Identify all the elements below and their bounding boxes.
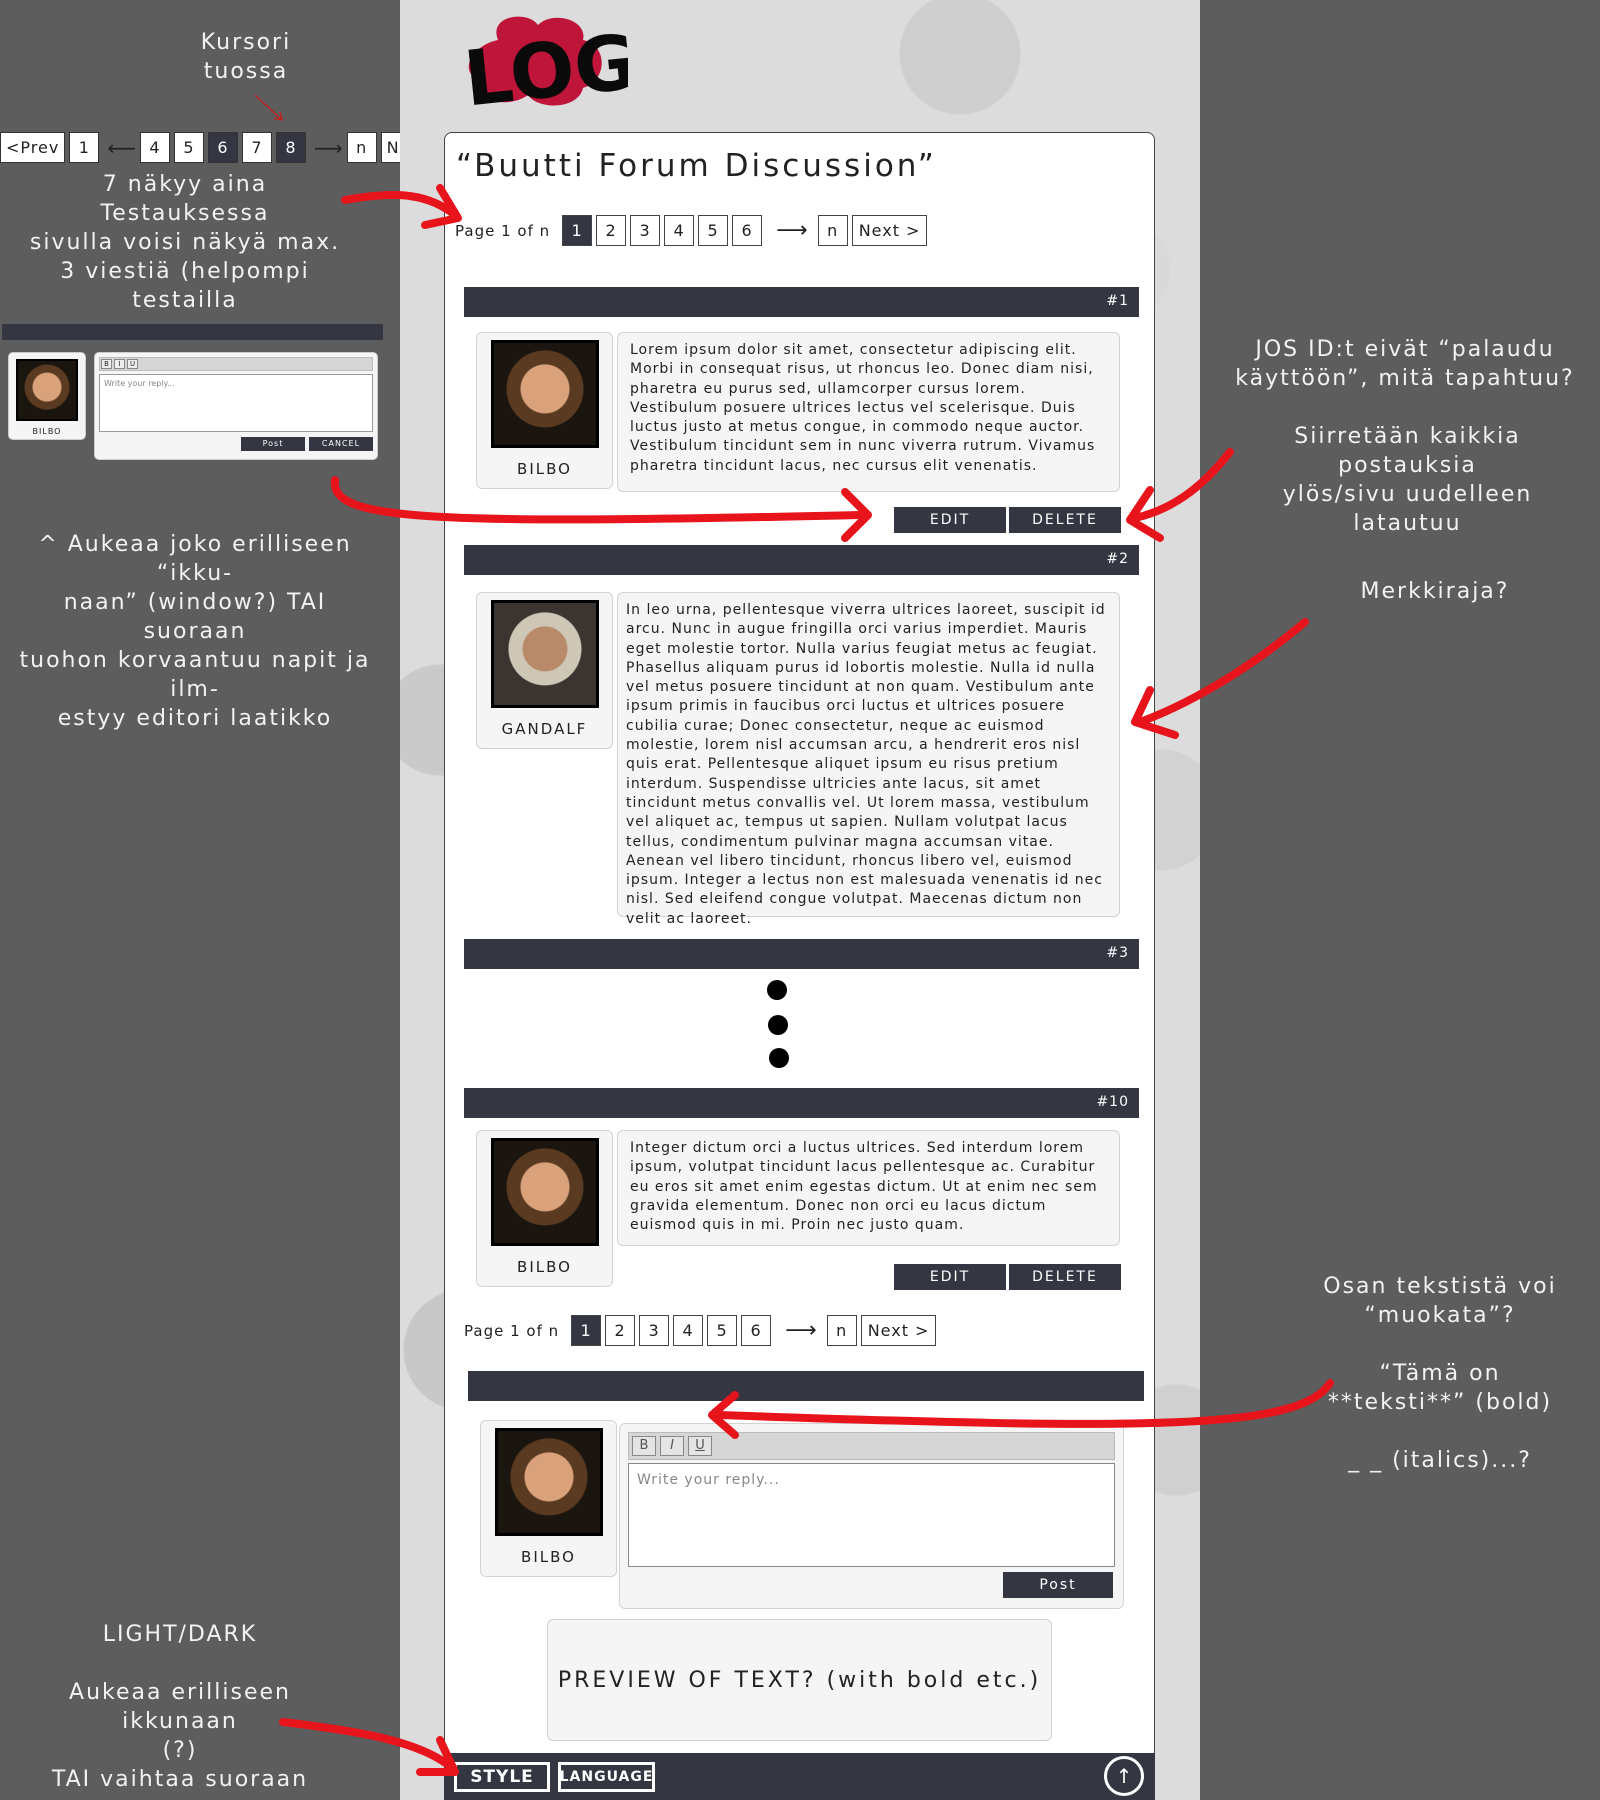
reply-editor: B I U Write your reply... Post <box>619 1423 1124 1609</box>
post-header-10: #10 <box>464 1088 1139 1118</box>
arrow-right-icon: ⟶ <box>313 135 343 160</box>
page-last-button[interactable]: n <box>817 215 848 246</box>
username: BILBO <box>517 1258 572 1276</box>
next-page-button[interactable]: Next > <box>851 215 928 246</box>
page-6-button[interactable]: 6 <box>732 215 763 246</box>
page-1-button[interactable]: 1 <box>562 215 593 246</box>
ellipsis-dot <box>768 1015 788 1035</box>
avatar <box>490 600 599 708</box>
charlimit-note: Merkkiraja? <box>1360 579 1510 604</box>
page-5-button[interactable]: 5 <box>698 215 729 246</box>
page-1-button[interactable]: 1 <box>571 1315 602 1346</box>
post-header-3: #3 <box>464 939 1139 969</box>
cursor-pointer-head <box>273 111 284 122</box>
cursor-note: Kursori tuossa <box>200 30 292 84</box>
user-card: BILBO <box>480 1420 617 1577</box>
mini-username: BILBO <box>32 427 62 436</box>
footer-bar <box>444 1753 1155 1800</box>
bold-icon[interactable]: B <box>101 359 112 369</box>
mini-page-8[interactable]: 8 <box>275 132 306 163</box>
edit-button[interactable]: EDIT <box>894 1264 1006 1290</box>
post-body: In leo urna, pellentesque viverra ultric… <box>617 592 1120 927</box>
user-card: GANDALF <box>476 592 613 749</box>
reply-header <box>468 1371 1144 1401</box>
username: BILBO <box>521 1548 576 1566</box>
mini-page-7[interactable]: 7 <box>241 132 272 163</box>
logo: LOGO <box>460 10 628 110</box>
style-note: LIGHT/DARK Aukeaa erilliseen ikkunaan (?… <box>51 1622 309 1792</box>
post-button[interactable]: Post <box>1003 1572 1113 1598</box>
mini-page-6[interactable]: 6 <box>207 132 238 163</box>
move-note: Siirretään kaikkia postauksia ylös/sivu … <box>1282 424 1533 536</box>
style-button[interactable]: STYLE <box>454 1762 550 1792</box>
page-title: “Buutti Forum Discussion” <box>456 148 937 184</box>
page-info: Page 1 of n <box>464 1321 560 1340</box>
page-4-button[interactable]: 4 <box>664 215 695 246</box>
mini-reply-input[interactable]: Write your reply... <box>99 374 373 432</box>
post-header-1: #1 <box>464 287 1139 317</box>
mini-page-1[interactable]: 1 <box>69 132 100 163</box>
page-info: Page 1 of n <box>455 221 551 240</box>
user-card: BILBO <box>476 1130 613 1287</box>
format-toolbar: B I U <box>628 1432 1115 1460</box>
mini-post-button[interactable]: Post <box>241 437 305 451</box>
mini-page-5[interactable]: 5 <box>173 132 204 163</box>
mini-reply-editor: BILBO B I U Write your reply... Post CAN… <box>8 352 378 460</box>
post-header-2: #2 <box>464 545 1139 575</box>
mini-page-n[interactable]: n <box>346 132 377 163</box>
user-card: BILBO <box>476 332 613 489</box>
page-6-button[interactable]: 6 <box>741 1315 772 1346</box>
avatar <box>16 359 78 421</box>
text-preview: PREVIEW OF TEXT? (with bold etc.) <box>547 1619 1052 1741</box>
mini-prev-button[interactable]: <Prev <box>0 132 66 163</box>
arrow-right-icon: ⟶ <box>776 218 808 243</box>
arrow-right-icon: ⟶ <box>785 1318 817 1343</box>
delete-button[interactable]: DELETE <box>1009 1264 1121 1290</box>
mini-cancel-button[interactable]: CANCEL <box>309 437 373 451</box>
cursor-pointer-arrow <box>254 94 283 121</box>
reply-input[interactable]: Write your reply... <box>628 1463 1115 1567</box>
underline-icon[interactable]: U <box>688 1436 712 1456</box>
arrow-left-icon: ⟵ <box>107 135 136 160</box>
delete-button[interactable]: DELETE <box>1009 507 1121 533</box>
username: GANDALF <box>501 720 588 738</box>
pagination-top: Page 1 of n 1 2 3 4 5 6 ⟶ n Next > <box>455 215 931 246</box>
italic-icon[interactable]: I <box>660 1436 684 1456</box>
page-last-button[interactable]: n <box>826 1315 857 1346</box>
seven-note: 7 näkyy aina Testauksessa sivulla voisi … <box>29 172 341 313</box>
mini-page-4[interactable]: 4 <box>139 132 170 163</box>
italic-icon[interactable]: I <box>114 359 125 369</box>
mini-separator-bar <box>2 324 383 340</box>
pagination-bottom: Page 1 of n 1 2 3 4 5 6 ⟶ n Next > <box>464 1315 940 1346</box>
underline-icon[interactable]: U <box>127 359 138 369</box>
avatar <box>490 340 599 448</box>
mini-avatar-card: BILBO <box>8 352 86 440</box>
open-note: ^ Aukeaa joko erilliseen “ikku- naan” (w… <box>19 532 371 731</box>
scroll-up-icon[interactable]: ↑ <box>1104 1756 1144 1796</box>
page-2-button[interactable]: 2 <box>605 1315 636 1346</box>
page-5-button[interactable]: 5 <box>707 1315 738 1346</box>
bold-icon[interactable]: B <box>632 1436 656 1456</box>
edit-note: Osan tekstistä voi “muokata”? “Tämä on *… <box>1323 1274 1557 1473</box>
post-body: Lorem ipsum dolor sit amet, consectetur … <box>617 332 1120 492</box>
page-3-button[interactable]: 3 <box>639 1315 670 1346</box>
ids-note: JOS ID:t eivät “palaudu käyttöön”, mitä … <box>1235 337 1575 391</box>
avatar <box>494 1428 603 1536</box>
mini-format-toolbar: B I U <box>99 357 373 371</box>
edit-button[interactable]: EDIT <box>894 507 1006 533</box>
avatar <box>490 1138 599 1246</box>
page-4-button[interactable]: 4 <box>673 1315 704 1346</box>
mini-pagination: <Prev 1 ⟵ 4 5 6 7 8 ⟶ n Next > <box>0 132 458 163</box>
next-page-button[interactable]: Next > <box>860 1315 937 1346</box>
page-3-button[interactable]: 3 <box>630 215 661 246</box>
username: BILBO <box>517 460 572 478</box>
mini-editor-box: B I U Write your reply... Post CANCEL <box>94 352 378 460</box>
language-button[interactable]: LANGUAGE <box>558 1762 655 1792</box>
post-body: Integer dictum orci a luctus ultrices. S… <box>617 1130 1120 1246</box>
ellipsis-dot <box>767 980 787 1000</box>
ellipsis-dot <box>769 1048 789 1068</box>
page-2-button[interactable]: 2 <box>596 215 627 246</box>
